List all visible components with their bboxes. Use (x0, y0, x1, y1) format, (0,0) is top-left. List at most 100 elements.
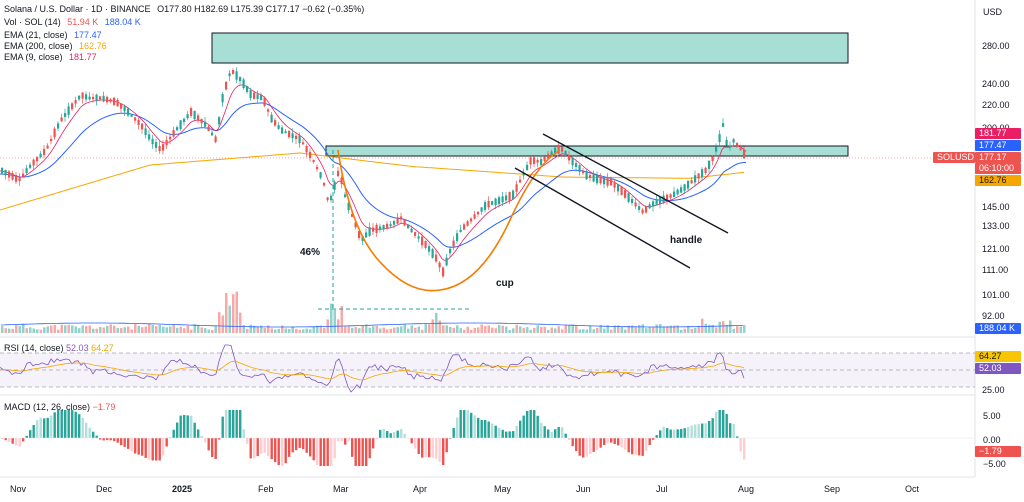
ema9-label: EMA (9, close) (4, 52, 63, 62)
breakout-zone (325, 145, 849, 157)
candle-body (613, 182, 616, 188)
volume-bar (270, 328, 273, 333)
macd-tag: −1.79 (975, 446, 1021, 457)
macd-histogram-bar (711, 418, 714, 438)
candle-body (701, 169, 704, 178)
macd-histogram-bar (655, 435, 658, 438)
volume-bar (662, 326, 665, 333)
x-tick-label: 2025 (172, 484, 192, 494)
macd-histogram-bar (725, 414, 728, 438)
volume-value-1: 51.94 K (67, 17, 99, 27)
candle-body (659, 197, 662, 204)
macd-histogram-bar (95, 435, 98, 438)
symbol-title: Solana / U.S. Dollar · 1D · BINANCE (4, 4, 151, 14)
volume-bar (386, 329, 389, 333)
volume-bar (547, 329, 550, 333)
volume-bar (529, 329, 532, 333)
ema9-tag: 181.77 (975, 128, 1021, 139)
macd-histogram-bar (127, 438, 130, 449)
volume-bar (655, 324, 658, 333)
candle-body (687, 180, 690, 189)
candle-body (162, 144, 165, 151)
volume-bar (540, 327, 543, 333)
macd-histogram-bar (312, 438, 315, 461)
volume-bar (368, 327, 371, 333)
candle-body (102, 95, 105, 102)
macd-histogram-bar (729, 423, 732, 438)
ema21-legend: EMA (21, close) 177.47 (4, 30, 106, 41)
volume-bar (431, 319, 434, 333)
macd-histogram-bar (340, 438, 343, 442)
candle-body (389, 224, 392, 227)
y-tick-label: 101.00 (982, 290, 1010, 300)
volume-bar (428, 324, 431, 333)
candle-body (725, 139, 728, 146)
volume-bar (204, 328, 207, 333)
chart-stage: 280.00240.00220.00200.00175.00145.00133.… (0, 0, 1024, 502)
x-tick-label: Jul (656, 484, 668, 494)
macd-histogram-bar (214, 438, 217, 460)
macd-value: −1.79 (92, 402, 116, 412)
candle-body (690, 180, 693, 184)
candle-body (571, 157, 574, 166)
candle-body (179, 120, 182, 129)
volume-bar (347, 326, 350, 333)
candle-body (200, 118, 203, 124)
macd-histogram-bar (452, 427, 455, 438)
volume-bar (592, 329, 595, 333)
macd-histogram-bar (599, 438, 602, 448)
candle-body (239, 77, 242, 81)
macd-histogram-bar (463, 410, 466, 438)
macd-histogram-bar (564, 433, 567, 438)
macd-histogram-bar (204, 438, 207, 443)
candle-body (704, 167, 707, 174)
macd-histogram-bar (477, 417, 480, 438)
volume-bar (505, 326, 508, 333)
macd-histogram-bar (116, 438, 119, 443)
macd-histogram-bar (137, 438, 140, 455)
candle-body (578, 165, 581, 172)
macd-histogram-bar (536, 415, 539, 438)
candle-body (617, 184, 620, 192)
candle-body (270, 114, 273, 123)
handle-channel-lower (514, 167, 691, 269)
volume-bar (638, 325, 641, 333)
macd-histogram-bar (225, 410, 228, 438)
volume-bar (183, 328, 186, 333)
macd-histogram-bar (64, 410, 67, 438)
macd-histogram-bar (148, 438, 151, 460)
candle-body (81, 92, 84, 99)
candle-body (204, 121, 207, 127)
candle-body (71, 103, 74, 110)
volume-bar (445, 325, 448, 333)
macd-histogram-bar (526, 411, 529, 438)
ema200-tag: 162.76 (975, 175, 1021, 186)
macd-histogram-bar (424, 438, 427, 457)
volume-bar (361, 325, 364, 333)
volume-bar (596, 327, 599, 333)
macd-histogram-bar (186, 415, 189, 438)
volume-bar (190, 329, 193, 333)
candle-body (260, 94, 263, 101)
macd-histogram-bar (417, 438, 420, 454)
candle-body (165, 139, 168, 146)
volume-bar (60, 324, 63, 333)
candle-body (326, 197, 329, 201)
macd-histogram-bar (123, 438, 126, 447)
macd-histogram-bar (438, 438, 441, 462)
candle-body (393, 221, 396, 225)
macd-histogram-bar (743, 438, 746, 460)
chart-svg[interactable]: 280.00240.00220.00200.00175.00145.00133.… (0, 0, 1024, 502)
candle-body (277, 125, 280, 129)
volume-bar (372, 326, 375, 333)
macd-histogram-bar (81, 417, 84, 438)
volume-bar (522, 327, 525, 333)
candle-body (739, 148, 742, 151)
candle-body (564, 150, 567, 156)
volume-bar (295, 328, 298, 333)
candle-body (501, 196, 504, 203)
candle-body (708, 160, 711, 169)
macd-histogram-bar (326, 438, 329, 466)
volume-tag: 188.04 K (975, 323, 1021, 334)
candle-body (386, 223, 389, 229)
